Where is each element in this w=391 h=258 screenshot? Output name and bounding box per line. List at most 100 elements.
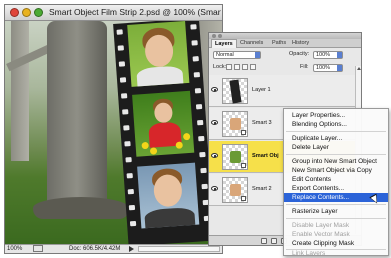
layer-thumbnail xyxy=(222,177,248,203)
minimize-button[interactable] xyxy=(22,8,31,17)
link-layers-icon[interactable] xyxy=(261,238,267,244)
film-perforation xyxy=(124,141,131,147)
film-perforation xyxy=(122,109,129,115)
lock-fill-row: Lock: Fill: 100% xyxy=(209,62,361,74)
layer-style-icon[interactable] xyxy=(271,238,277,244)
film-perforation xyxy=(120,93,128,99)
lock-position-icon[interactable] xyxy=(242,64,248,70)
layer-thumbnail xyxy=(222,111,248,137)
close-button[interactable] xyxy=(10,8,19,17)
tree-trunk xyxy=(47,21,107,211)
layer-name[interactable]: Layer 1 xyxy=(252,87,271,93)
layer-thumbnail xyxy=(222,144,248,170)
film-perforation xyxy=(123,125,130,131)
menu-item-new-smart-object-via-copy[interactable]: New Smart Object via Copy xyxy=(284,166,388,175)
document-titlebar[interactable]: Smart Object Film Strip 2.psd @ 100% (Sm… xyxy=(5,5,222,21)
menu-item-disable-layer-mask: Disable Layer Mask xyxy=(292,222,350,229)
tab-channels[interactable]: Channels xyxy=(237,39,266,48)
photo-frame-boy-glasses xyxy=(127,21,190,87)
film-perforation xyxy=(192,56,199,62)
blend-mode-value: Normal xyxy=(216,52,234,58)
layer-name[interactable]: Smart 3 xyxy=(252,120,272,126)
film-strip xyxy=(113,21,215,244)
horizontal-scrollbar[interactable] xyxy=(138,246,220,252)
tab-layers[interactable]: Layers xyxy=(211,39,237,48)
opacity-value: 100% xyxy=(316,52,331,58)
chevron-down-icon xyxy=(337,65,342,71)
film-perforation xyxy=(126,173,133,179)
tab-paths[interactable]: Paths xyxy=(269,39,289,48)
chevron-down-icon xyxy=(255,52,260,58)
film-perforation xyxy=(197,119,204,126)
film-perforation xyxy=(200,167,207,174)
visibility-eye-icon[interactable] xyxy=(211,153,218,158)
smart-object-badge-icon xyxy=(241,163,246,168)
menu-item-enable-vector-mask: Enable Vector Mask xyxy=(292,231,350,238)
film-perforation xyxy=(195,104,203,110)
chevron-down-icon xyxy=(337,52,342,58)
document-size-info: Doc: 606.5K/4.42M xyxy=(69,246,121,252)
background-tree xyxy=(11,21,29,161)
photo-thumbnail-icon xyxy=(230,151,241,163)
lock-all-icon[interactable] xyxy=(250,64,256,70)
document-window: Smart Object Film Strip 2.psd @ 100% (Sm… xyxy=(4,4,223,254)
flower xyxy=(175,141,183,149)
menu-separator xyxy=(286,154,386,155)
fill-input[interactable]: 100% xyxy=(313,64,343,72)
menu-item-duplicate-layer[interactable]: Duplicate Layer... xyxy=(284,134,388,143)
visibility-eye-icon[interactable] xyxy=(211,186,218,191)
visibility-eye-icon[interactable] xyxy=(211,120,218,125)
layer-name[interactable]: Smart Obj xyxy=(252,153,279,159)
menu-item-group-into-smart-object[interactable]: Group into New Smart Object xyxy=(284,157,388,166)
menu-item-create-clipping-mask[interactable]: Create Clipping Mask xyxy=(284,239,388,248)
film-perforation xyxy=(191,40,198,46)
film-perforation xyxy=(128,204,136,211)
scroll-up-arrow-icon[interactable] xyxy=(357,67,361,70)
film-perforation xyxy=(194,88,202,94)
menu-item-delete-layer[interactable]: Delete Layer xyxy=(284,143,388,152)
smart-object-badge-icon xyxy=(241,130,246,135)
lock-pixels-icon[interactable] xyxy=(234,64,240,70)
visibility-eye-icon[interactable] xyxy=(211,87,218,92)
film-perforation xyxy=(119,77,127,83)
film-perforation xyxy=(125,157,132,163)
menu-item-edit-contents[interactable]: Edit Contents xyxy=(284,175,388,184)
navigator-icon[interactable] xyxy=(33,245,43,252)
zoom-level[interactable]: 100% xyxy=(7,246,31,252)
film-perforation xyxy=(118,61,126,67)
panel-tabs: Layers Channels Paths History xyxy=(209,39,361,48)
film-perforation xyxy=(201,183,208,190)
flower xyxy=(182,132,191,141)
blend-mode-select[interactable]: Normal xyxy=(213,51,261,59)
panel-close-icon[interactable] xyxy=(212,34,216,38)
smart-object-badge-icon xyxy=(241,196,246,201)
menu-separator xyxy=(286,131,386,132)
menu-item-export-contents[interactable]: Export Contents... xyxy=(284,184,388,193)
menu-item-layer-properties[interactable]: Layer Properties... xyxy=(284,111,388,120)
lock-label: Lock: xyxy=(213,64,227,70)
document-title: Smart Object Film Strip 2.psd @ 100% (Sm… xyxy=(49,7,221,17)
opacity-label: Opacity: xyxy=(289,51,310,57)
tree-roots xyxy=(33,197,129,219)
face xyxy=(153,102,174,124)
zoom-button[interactable] xyxy=(34,8,43,17)
film-perforation xyxy=(193,72,201,78)
menu-item-rasterize-layer[interactable]: Rasterize Layer xyxy=(284,207,388,216)
status-menu-arrow-icon[interactable] xyxy=(129,246,134,252)
tab-history[interactable]: History xyxy=(289,39,312,48)
layer-name[interactable]: Smart 2 xyxy=(252,186,272,192)
film-perforation xyxy=(198,135,205,142)
photo-frame-child-flowers xyxy=(132,90,195,157)
lock-transparency-icon[interactable] xyxy=(226,64,232,70)
layer-row[interactable]: Layer 1 xyxy=(209,75,355,107)
image-canvas[interactable] xyxy=(5,21,222,244)
photo-frame-boy-smiling xyxy=(137,162,200,229)
panel-minimize-icon[interactable] xyxy=(218,34,222,38)
menu-item-blending-options[interactable]: Blending Options... xyxy=(284,120,388,129)
menu-separator xyxy=(286,204,386,205)
layer-thumbnail xyxy=(222,78,248,104)
photo-thumbnail-icon xyxy=(230,184,241,196)
film-perforation xyxy=(127,188,135,195)
shirt xyxy=(144,206,196,229)
opacity-input[interactable]: 100% xyxy=(313,51,343,59)
